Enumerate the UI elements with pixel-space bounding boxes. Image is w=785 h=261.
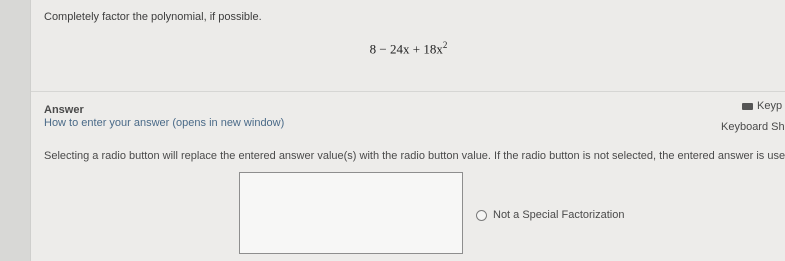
- radio-label: Not a Special Factorization: [493, 209, 625, 221]
- expression-base: 8 − 24x + 18x: [369, 41, 443, 57]
- radio-circle-icon[interactable]: [476, 209, 487, 221]
- expression-exponent: 2: [442, 40, 448, 50]
- answer-panel: Answer How to enter your answer (opens i…: [31, 92, 785, 261]
- howto-link[interactable]: How to enter your answer (opens in new w…: [44, 117, 284, 129]
- keyboard-shortcuts-link[interactable]: Keyboard Shor: [721, 121, 785, 133]
- answer-title: Answer: [44, 104, 84, 116]
- keyboard-icon: [742, 102, 753, 110]
- radio-instruction: Selecting a radio button will replace th…: [44, 150, 785, 162]
- answer-input-box[interactable]: [239, 172, 463, 254]
- keypad-label: Keyp: [757, 100, 783, 112]
- question-prompt: Completely factor the polynomial, if pos…: [44, 11, 262, 23]
- question-frame: Completely factor the polynomial, if pos…: [30, 0, 785, 261]
- keypad-button[interactable]: Keyp: [742, 99, 782, 113]
- not-special-factorization-radio[interactable]: Not a Special Factorization: [476, 209, 624, 221]
- question-panel: Completely factor the polynomial, if pos…: [31, 0, 785, 92]
- polynomial-expression: 8 − 24x + 18x2: [31, 40, 785, 57]
